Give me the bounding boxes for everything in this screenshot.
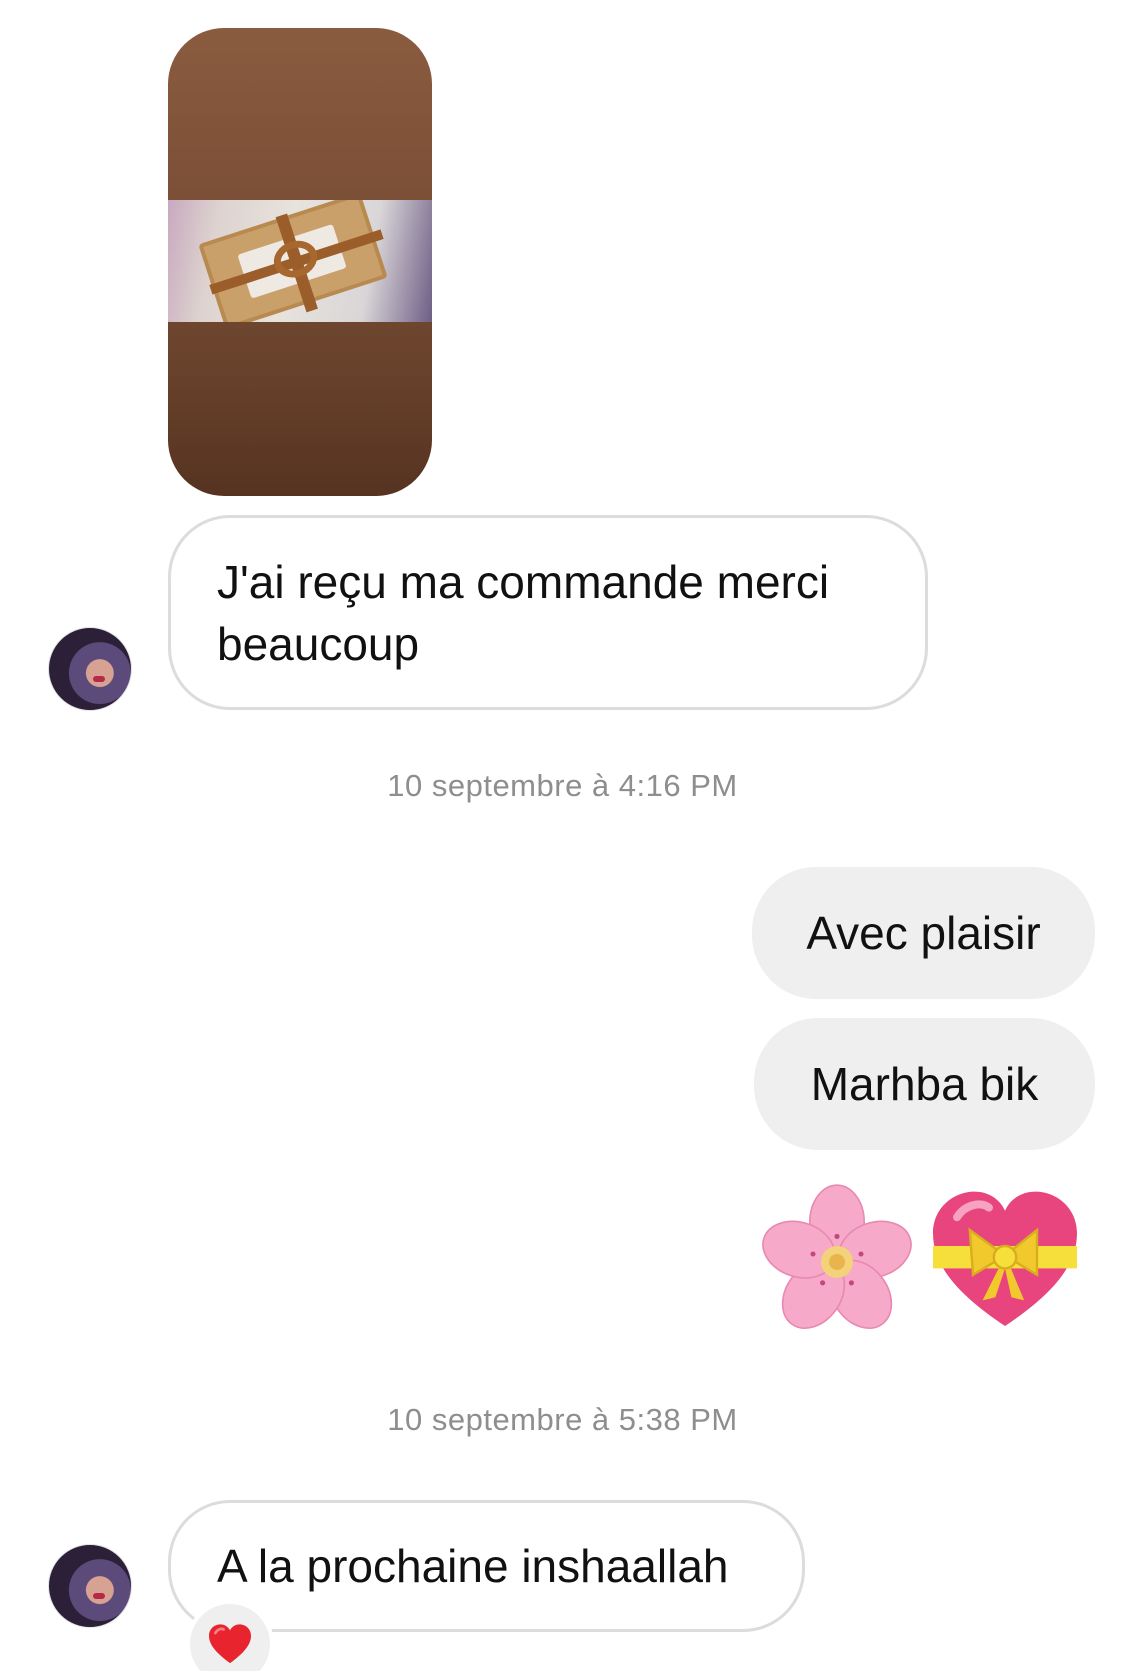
outgoing-message-bubble[interactable]: Avec plaisir [752,867,1095,999]
timestamp: 10 septembre à 4:16 PM [387,768,738,803]
incoming-message-bubble[interactable]: A la prochaine inshaallah [168,1500,805,1632]
message-text: Avec plaisir [806,907,1041,959]
avatar[interactable] [48,1544,132,1628]
heart-with-ribbon-icon [933,1191,1077,1326]
timestamp: 10 septembre à 5:38 PM [387,1402,738,1437]
message-text: A la prochaine inshaallah [217,1540,729,1592]
photo-message[interactable] [168,28,432,496]
gift-box-photo [168,200,432,322]
message-text: Marhba bik [810,1058,1039,1110]
message-text: J'ai reçu ma commande merci beaucoup [217,556,830,670]
incoming-message-bubble[interactable]: J'ai reçu ma commande merci beaucoup [168,515,928,710]
red-heart-icon [209,1624,251,1664]
cherry-blossom-icon [762,1184,912,1329]
avatar[interactable] [48,627,132,711]
gift-box-icon [198,200,388,322]
outgoing-message-bubble[interactable]: Marhba bik [754,1018,1095,1150]
